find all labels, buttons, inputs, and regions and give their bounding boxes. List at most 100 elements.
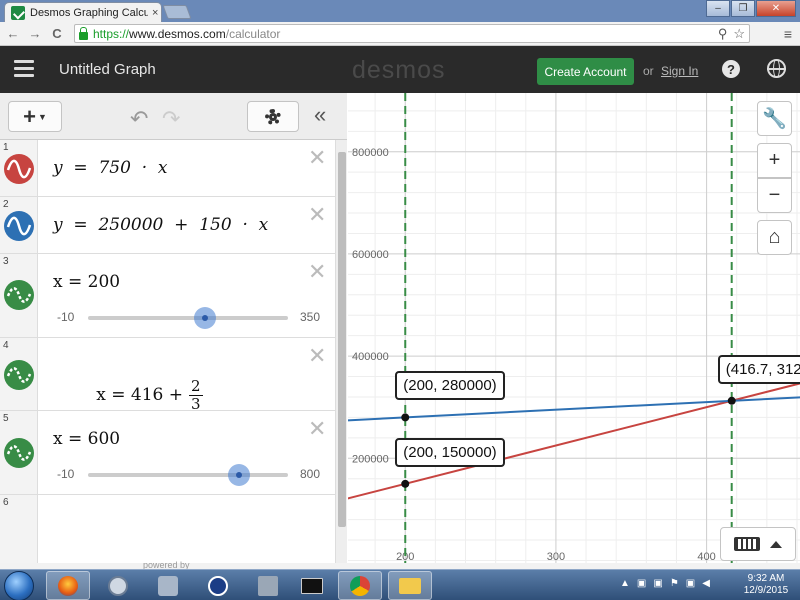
zoom-icon[interactable]: ⚲ (718, 26, 728, 42)
sign-in-link[interactable]: Sign In (661, 64, 698, 78)
expression-formula[interactable]: y = 250000 + 150 · x (53, 215, 268, 235)
slider-handle[interactable] (227, 464, 250, 486)
y-tick-label: 800000 (352, 147, 389, 159)
home-icon[interactable]: ⌂ (757, 220, 792, 255)
app-icon (158, 575, 178, 596)
curve-style-icon[interactable] (4, 211, 34, 241)
bookmark-star-icon[interactable]: ☆ (733, 26, 745, 42)
point-coordinate-label[interactable]: (200, 280000) (395, 371, 505, 401)
expression-formula[interactable]: x = 200 (53, 272, 120, 292)
zoom-out-button[interactable]: − (757, 178, 792, 213)
expression-row[interactable]: 3 x = 200 ✕ -10 350 (0, 254, 335, 338)
caret-up-icon (770, 540, 782, 548)
collapse-panel-icon[interactable]: « (314, 102, 326, 128)
expression-formula[interactable]: y = 750 · x (53, 158, 168, 178)
redo-icon[interactable]: ↷ (162, 106, 180, 132)
minimize-button[interactable]: – (706, 0, 730, 17)
chrome-menu-icon[interactable]: ≡ (784, 26, 792, 42)
url-field[interactable]: https://www.desmos.com/calculator ⚲ ☆ (74, 24, 750, 43)
curve-style-icon[interactable] (4, 154, 34, 184)
tray-icon[interactable]: ▣ (637, 578, 646, 589)
hamburger-menu-icon[interactable] (14, 60, 34, 78)
help-icon[interactable]: ? (722, 60, 740, 78)
taskbar-app[interactable] (246, 571, 290, 600)
system-clock[interactable]: 9:32 AM 12/9/2015 (738, 573, 794, 597)
expression-gutter: 3 (0, 254, 38, 337)
undo-icon[interactable]: ↶ (130, 106, 148, 132)
url-host: www.desmos.com (129, 26, 226, 41)
url-scheme: https:// (93, 26, 130, 41)
flag-icon[interactable]: ⚑ (670, 578, 679, 589)
settings-button[interactable] (247, 101, 299, 132)
start-button[interactable] (4, 571, 34, 600)
add-item-button[interactable]: + ▼ (8, 101, 62, 132)
expression-row[interactable]: 2 y = 250000 + 150 · x ✕ (0, 197, 335, 254)
expression-row[interactable]: 1 y = 750 · x ✕ (0, 140, 335, 197)
taskbar-app[interactable] (146, 571, 190, 600)
desmos-logo: desmos (352, 56, 446, 84)
intersection-point (401, 413, 410, 422)
browser-tab[interactable]: Desmos Graphing Calculator × (4, 2, 162, 22)
taskbar-firefox[interactable] (46, 571, 90, 600)
slider-max[interactable]: 800 (300, 467, 320, 481)
keypad-toggle-button[interactable] (720, 527, 796, 561)
graph-title[interactable]: Untitled Graph (59, 61, 156, 78)
expression-toolbar: + ▼ ↶ ↷ « (0, 93, 347, 140)
point-coordinate-label[interactable]: (416.7, 312500) (717, 354, 800, 384)
slider-track[interactable] (88, 473, 288, 477)
vertical-line-style-icon[interactable] (4, 360, 34, 390)
expression-formula[interactable]: x = 600 (53, 429, 120, 449)
expression-row[interactable]: 4 x = 416 +2 3 ✕ (0, 338, 335, 413)
create-account-button[interactable]: Create Account (537, 58, 634, 85)
taskbar-app[interactable] (96, 571, 140, 600)
folder-icon (399, 577, 421, 594)
taskbar-app[interactable] (196, 571, 240, 600)
app-icon (208, 575, 228, 596)
reload-icon[interactable]: C (46, 26, 68, 41)
expression-gutter: 4 (0, 338, 38, 410)
point-coordinate-label[interactable]: (200, 150000) (395, 437, 505, 467)
scrollbar-thumb[interactable] (338, 152, 346, 527)
speaker-icon[interactable]: ◀ (702, 578, 710, 589)
delete-expression-icon[interactable]: ✕ (308, 343, 326, 369)
delete-expression-icon[interactable]: ✕ (308, 202, 326, 228)
expression-row[interactable]: 5 x = 600 ✕ -10 800 (0, 411, 335, 495)
panel-scrollbar[interactable] (335, 140, 347, 563)
wrench-icon[interactable]: 🔧 (757, 101, 792, 136)
slider-track[interactable] (88, 316, 288, 320)
zoom-in-button[interactable]: + (757, 143, 792, 178)
slider-handle[interactable] (193, 307, 216, 329)
graph-canvas[interactable]: 200300400500600200000400000600000800000 (348, 93, 800, 563)
desmos-favicon-icon (11, 5, 25, 20)
vertical-line-style-icon[interactable] (4, 280, 34, 310)
delete-expression-icon[interactable]: ✕ (308, 145, 326, 171)
tray-icon[interactable]: ▣ (653, 578, 662, 589)
slider-max[interactable]: 350 (300, 310, 320, 324)
taskbar-explorer[interactable] (388, 571, 432, 600)
new-tab-button[interactable] (162, 5, 192, 19)
window-close-button[interactable]: ✕ (756, 0, 796, 17)
taskbar-chrome[interactable] (338, 571, 382, 600)
firefox-icon (58, 575, 78, 596)
x-tick-label: 400 (697, 551, 715, 563)
back-icon[interactable]: ← (2, 26, 24, 41)
plus-icon: + (23, 103, 36, 129)
system-tray[interactable]: ▲ ▣ ▣ ⚑ ▣ ◀ (620, 578, 710, 589)
chevron-down-icon: ▼ (37, 111, 47, 122)
url-path: /calculator (225, 26, 281, 41)
forward-icon[interactable]: → (24, 26, 46, 41)
language-globe-icon[interactable] (767, 59, 786, 78)
slider-min[interactable]: -10 (57, 467, 74, 481)
tray-icon[interactable]: ▣ (686, 578, 695, 589)
y-tick-label: 200000 (352, 453, 389, 465)
tray-expand-icon[interactable]: ▲ (620, 578, 630, 589)
restore-button[interactable]: ❐ (731, 0, 755, 17)
taskbar-cmd[interactable] (290, 571, 334, 600)
graph-paper[interactable]: 200300400500600200000400000600000800000 … (348, 93, 800, 563)
delete-expression-icon[interactable]: ✕ (308, 416, 326, 442)
tab-close-icon[interactable]: × (152, 7, 158, 19)
slider-min[interactable]: -10 (57, 310, 74, 324)
expression-row-empty[interactable]: 6 (0, 495, 335, 563)
vertical-line-style-icon[interactable] (4, 438, 34, 468)
delete-expression-icon[interactable]: ✕ (308, 259, 326, 285)
